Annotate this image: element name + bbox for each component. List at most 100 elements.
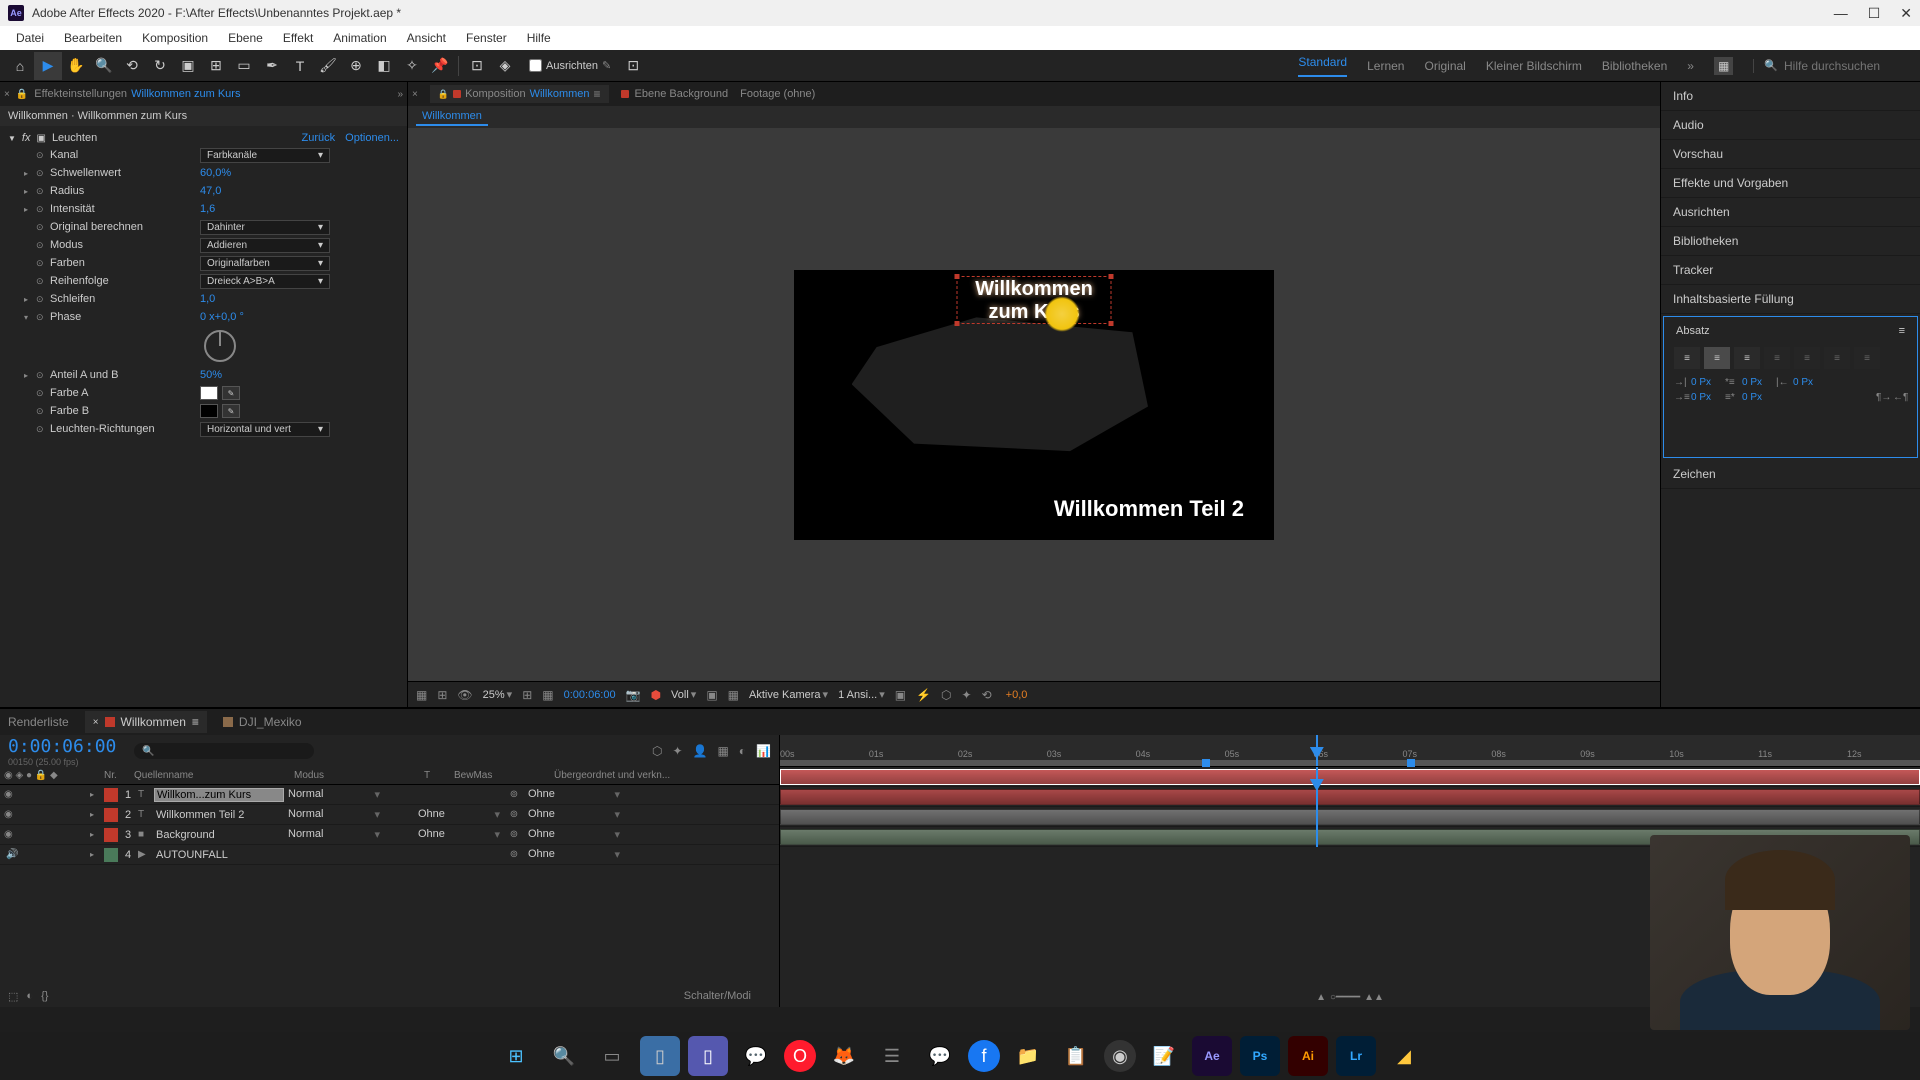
richtungen-dropdown[interactable]: Horizontal und vert▾ <box>200 422 330 437</box>
brush-tool[interactable]: 🖌 <box>314 52 342 80</box>
panel-tracker[interactable]: Tracker <box>1661 256 1920 285</box>
workspace-overflow-icon[interactable]: » <box>1687 59 1694 73</box>
mask-toggle-icon[interactable]: ▦ <box>416 688 427 702</box>
tab-mexiko[interactable]: DJI_Mexiko <box>223 715 302 729</box>
menu-ebene[interactable]: Ebene <box>218 31 273 45</box>
menu-bearbeiten[interactable]: Bearbeiten <box>54 31 132 45</box>
photoshop-icon[interactable]: Ps <box>1240 1036 1280 1076</box>
search-button[interactable]: 🔍 <box>544 1036 584 1076</box>
track-matte-dropdown[interactable]: Ohne▾ <box>414 828 504 841</box>
col-nr[interactable]: Nr. <box>104 770 134 781</box>
col-t[interactable]: T <box>424 770 454 781</box>
anteil-value[interactable]: 50% <box>200 369 222 381</box>
pixel-aspect-icon[interactable]: ▣ <box>895 688 906 702</box>
farbe-b-swatch[interactable] <box>200 404 218 418</box>
blend-mode-dropdown[interactable]: Normal▾ <box>284 828 384 841</box>
menu-animation[interactable]: Animation <box>323 31 396 45</box>
proxy-icon[interactable]: ⊡ <box>619 52 647 80</box>
stopwatch-icon[interactable]: ⊙ <box>36 406 50 417</box>
3d-icon[interactable]: ⬡ <box>941 688 951 702</box>
extra-tool-2[interactable]: ◈ <box>491 52 519 80</box>
workspace-bibliotheken[interactable]: Bibliotheken <box>1602 59 1667 73</box>
home-icon[interactable]: ⌂ <box>6 52 34 80</box>
blend-mode-dropdown[interactable]: Normal▾ <box>284 808 384 821</box>
notepad-icon[interactable]: 📝 <box>1144 1036 1184 1076</box>
pan-behind-tool[interactable]: ⊞ <box>202 52 230 80</box>
col-modus[interactable]: Modus <box>294 770 424 781</box>
expand-icon[interactable]: ▸ <box>90 850 104 859</box>
whatsapp-icon[interactable]: 💬 <box>736 1036 776 1076</box>
panel-tab-link[interactable]: Willkommen zum Kurs <box>131 88 240 100</box>
effect-options-link[interactable]: Optionen... <box>345 132 399 144</box>
workspace-kleiner[interactable]: Kleiner Bildschirm <box>1486 59 1582 73</box>
clip-layer-3[interactable] <box>780 809 1920 825</box>
rotate-tool[interactable]: ↻ <box>146 52 174 80</box>
modus-dropdown[interactable]: Addieren▾ <box>200 238 330 253</box>
panel-close-icon[interactable]: × <box>4 89 10 100</box>
panel-inhaltsbasierte[interactable]: Inhaltsbasierte Füllung <box>1661 285 1920 314</box>
parent-pickwhip-icon[interactable]: ⊚ <box>504 849 524 860</box>
expand-icon[interactable]: ▸ <box>24 187 36 196</box>
align-right-button[interactable]: ≡ <box>1734 347 1760 369</box>
phase-dial[interactable] <box>204 330 236 362</box>
motion-blur-icon[interactable]: ◐ <box>739 744 746 758</box>
workspace-grid-icon[interactable]: ▦ <box>1714 57 1733 75</box>
playhead[interactable] <box>1316 735 1318 766</box>
expand-icon[interactable]: ▸ <box>90 830 104 839</box>
comp-nav-item[interactable]: Willkommen <box>416 108 488 126</box>
phase-value[interactable]: 0 x+0,0 ° <box>200 311 244 323</box>
visibility-icon[interactable]: ◉ <box>4 789 13 800</box>
composition-viewer[interactable]: Willkommen zum Kurs Willkommen Teil 2 <box>408 128 1660 681</box>
panel-menu-icon[interactable]: ≡ <box>1899 325 1905 337</box>
parent-dropdown[interactable]: Ohne▾ <box>524 828 624 841</box>
folder-icon[interactable]: 📁 <box>1008 1036 1048 1076</box>
layer-name[interactable]: Willkom...zum Kurs <box>154 788 284 802</box>
stopwatch-icon[interactable]: ⊙ <box>36 150 50 161</box>
puppet-tool[interactable]: 📌 <box>426 52 454 80</box>
illustrator-icon[interactable]: Ai <box>1288 1036 1328 1076</box>
close-icon[interactable]: × <box>412 89 418 100</box>
minimize-button[interactable]: — <box>1834 5 1848 22</box>
opera-icon[interactable]: O <box>784 1040 816 1072</box>
schleifen-value[interactable]: 1,0 <box>200 293 215 305</box>
extra-tool-1[interactable]: ⊡ <box>463 52 491 80</box>
visibility-icon[interactable]: ◉ <box>4 829 13 840</box>
fast-preview-icon[interactable]: ⚡ <box>916 688 931 702</box>
direction-ltr-icon[interactable]: ¶→ <box>1876 392 1890 403</box>
footage-tab[interactable]: Footage (ohne) <box>740 88 815 100</box>
effect-visibility-icon[interactable]: ▣ <box>36 133 45 144</box>
viewer-timecode[interactable]: 0:00:06:00 <box>564 689 616 701</box>
app-icon-2[interactable]: ◢ <box>1384 1036 1424 1076</box>
parent-pickwhip-icon[interactable]: ⊚ <box>504 829 524 840</box>
grid-icon-2[interactable]: ▦ <box>542 688 553 702</box>
stopwatch-icon[interactable]: ⊙ <box>36 388 50 399</box>
tab-willkommen[interactable]: × Willkommen ≡ <box>85 711 207 733</box>
layer-name[interactable]: AUTOUNFALL <box>154 849 284 861</box>
justify-all-button[interactable]: ≡ <box>1854 347 1880 369</box>
menu-fenster[interactable]: Fenster <box>456 31 517 45</box>
toggle-switches-icon[interactable]: ⬚ <box>8 990 18 1003</box>
farben-dropdown[interactable]: Originalfarben▾ <box>200 256 330 271</box>
region-icon[interactable]: ▣ <box>706 688 717 702</box>
expand-icon[interactable]: ▸ <box>24 371 36 380</box>
col-parent[interactable]: Übergeordnet und verkn... <box>554 770 704 781</box>
blend-mode-dropdown[interactable]: Normal▾ <box>284 788 384 801</box>
taskview-button[interactable]: ▭ <box>592 1036 632 1076</box>
menu-hilfe[interactable]: Hilfe <box>517 31 561 45</box>
messenger-icon[interactable]: 💬 <box>920 1036 960 1076</box>
fx-badge[interactable]: fx <box>22 132 31 144</box>
draft3d-icon[interactable]: ✦ <box>672 744 682 758</box>
tab-menu-icon[interactable]: ≡ <box>192 715 199 729</box>
layer-name[interactable]: Background <box>154 829 284 841</box>
views-dropdown[interactable]: 1 Ansi...▾ <box>838 688 885 701</box>
app-icon-1[interactable]: ☰ <box>872 1036 912 1076</box>
workspace-standard[interactable]: Standard <box>1298 55 1347 77</box>
tab-menu-icon[interactable]: ≡ <box>594 87 601 101</box>
stopwatch-icon[interactable]: ⊙ <box>36 276 50 287</box>
resolution-dropdown[interactable]: Voll▾ <box>671 688 696 701</box>
layer-row[interactable]: 🔊 ▸ 4 ▶ AUTOUNFALL ⊚ Ohne▾ <box>0 845 779 865</box>
farbe-a-swatch[interactable] <box>200 386 218 400</box>
eraser-tool[interactable]: ◧ <box>370 52 398 80</box>
timeline-search-input[interactable] <box>134 743 314 759</box>
selection-tool[interactable]: ▶ <box>34 52 62 80</box>
